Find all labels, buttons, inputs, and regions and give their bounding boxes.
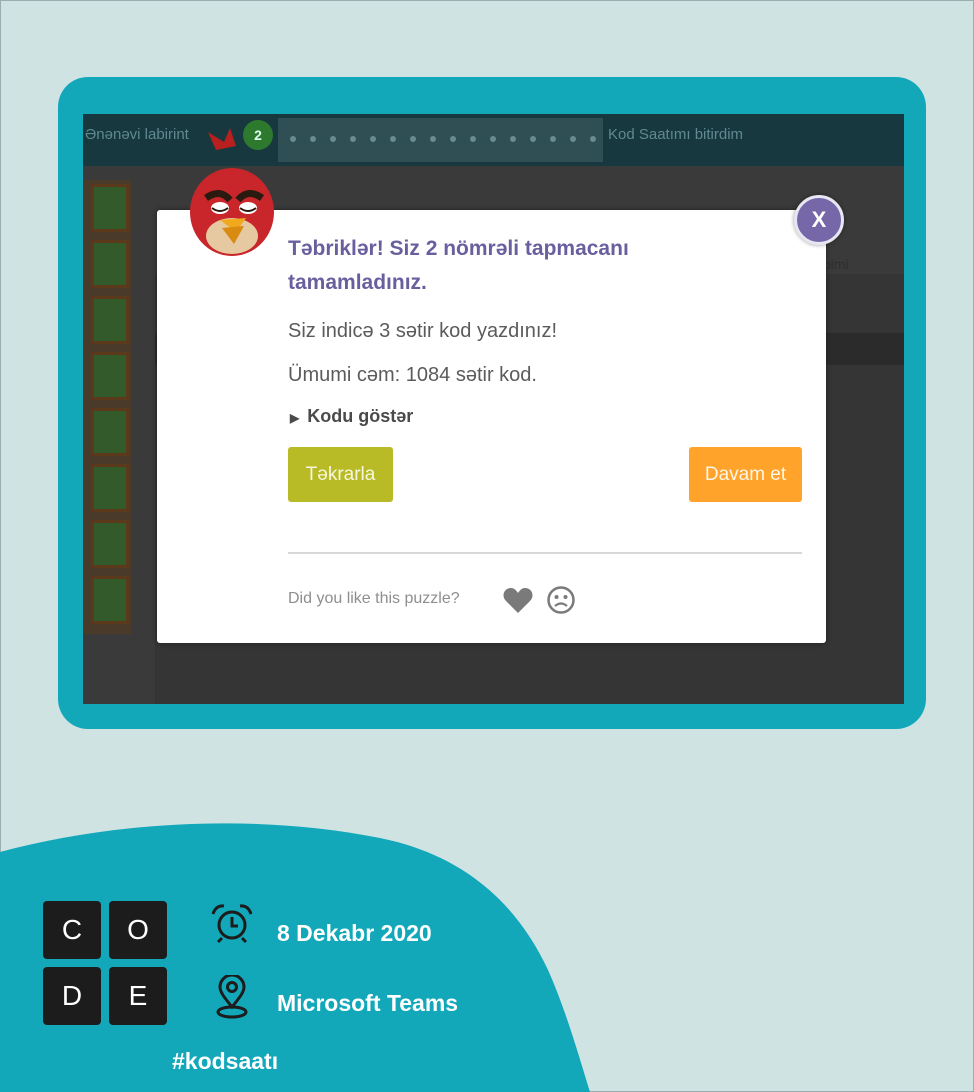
dialog-title: Təbriklər! Siz 2 nömrəli tapmacanı tamam… <box>288 237 629 294</box>
progress-dot[interactable] <box>450 136 456 142</box>
maze-column <box>83 180 131 634</box>
maze-tile <box>91 296 129 344</box>
logo-letter: C <box>43 901 101 959</box>
progress-dot[interactable] <box>570 136 576 142</box>
maze-tile <box>91 240 129 288</box>
puzzle-name: Ənənəvi labirint <box>85 126 189 143</box>
dialog-divider <box>288 552 802 554</box>
show-code-toggle[interactable]: ▶ Kodu göstər <box>290 406 413 427</box>
logo-letter: D <box>43 967 101 1025</box>
progress-dot[interactable] <box>370 136 376 142</box>
progress-dot[interactable] <box>430 136 436 142</box>
sad-face-icon[interactable] <box>546 585 576 615</box>
maze-tile <box>91 352 129 400</box>
hashtag: #kodsaatı <box>172 1048 279 1074</box>
heart-icon[interactable] <box>503 586 533 614</box>
progress-dot[interactable] <box>390 136 396 142</box>
progress-dot[interactable] <box>530 136 536 142</box>
continue-button[interactable]: Davam et <box>689 447 802 502</box>
total-lines-text: Ümumi cəm: 1084 sətir kod. <box>288 364 537 386</box>
progress-track <box>278 118 603 162</box>
progress-dot[interactable] <box>410 136 416 142</box>
repeat-button[interactable]: Təkrarla <box>288 447 393 502</box>
code-logo: C O D E <box>43 901 167 1025</box>
finish-hour-of-code-link[interactable]: Kod Saatımı bitirdim <box>608 126 743 143</box>
alarm-clock-icon <box>211 904 253 944</box>
logo-letter: E <box>109 967 167 1025</box>
progress-dot[interactable] <box>470 136 476 142</box>
maze-tile <box>91 576 129 624</box>
side-label: bimi <box>823 256 849 272</box>
progress-dot[interactable] <box>550 136 556 142</box>
logo-letter: O <box>109 901 167 959</box>
red-bird-avatar-icon <box>190 128 274 256</box>
progress-dot[interactable] <box>510 136 516 142</box>
maze-tile <box>91 464 129 512</box>
progress-dot[interactable] <box>350 136 356 142</box>
maze-tile <box>91 408 129 456</box>
maze-tile <box>91 184 129 232</box>
lines-written-text: Siz indicə 3 sətir kod yazdınız! <box>288 320 558 342</box>
progress-dot[interactable] <box>310 136 316 142</box>
feedback-prompt: Did you like this puzzle? <box>288 590 460 607</box>
close-icon: X <box>811 207 827 232</box>
close-button[interactable]: X <box>794 195 844 245</box>
progress-dot[interactable] <box>490 136 496 142</box>
progress-dot[interactable] <box>290 136 296 142</box>
triangle-right-icon: ▶ <box>290 411 300 425</box>
location-pin-icon <box>216 975 248 1019</box>
event-location: Microsoft Teams <box>277 990 459 1016</box>
progress-dot[interactable] <box>330 136 336 142</box>
show-code-label: Kodu göstər <box>307 406 414 426</box>
maze-tile <box>91 520 129 568</box>
progress-dot[interactable] <box>590 136 596 142</box>
event-date: 8 Dekabr 2020 <box>277 920 432 946</box>
